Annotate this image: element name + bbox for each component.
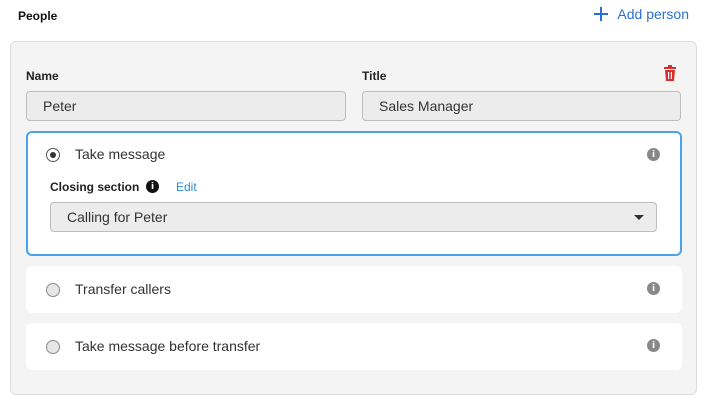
option-transfer-callers[interactable]: Transfer callers i xyxy=(26,266,682,313)
info-icon[interactable]: i xyxy=(146,180,159,193)
info-icon[interactable]: i xyxy=(647,282,660,295)
title-label: Title xyxy=(362,69,387,83)
info-icon[interactable]: i xyxy=(647,148,660,161)
transfer-callers-radio[interactable] xyxy=(46,283,60,297)
section-title: People xyxy=(18,9,58,23)
add-person-label: Add person xyxy=(617,6,689,22)
transfer-callers-label: Transfer callers xyxy=(75,281,171,297)
take-message-before-transfer-label: Take message before transfer xyxy=(75,338,261,354)
add-person-button[interactable]: Add person xyxy=(593,6,689,22)
edit-link[interactable]: Edit xyxy=(176,180,197,194)
chevron-down-icon xyxy=(634,215,644,220)
name-field[interactable]: Peter xyxy=(26,91,346,121)
title-field[interactable]: Sales Manager xyxy=(362,91,681,121)
info-icon[interactable]: i xyxy=(647,339,660,352)
plus-icon xyxy=(594,7,609,21)
option-take-message[interactable]: Take message i Closing section i Edit Ca… xyxy=(26,131,682,256)
option-take-message-before-transfer[interactable]: Take message before transfer i xyxy=(26,323,682,370)
take-message-radio[interactable] xyxy=(46,148,60,162)
take-message-before-transfer-radio[interactable] xyxy=(46,340,60,354)
closing-section-label: Closing section xyxy=(50,180,140,194)
trash-icon[interactable] xyxy=(663,65,677,81)
take-message-label: Take message xyxy=(75,146,166,162)
person-card: Name Peter Title Sales Manager Take mess… xyxy=(10,41,697,395)
closing-section-select[interactable]: Calling for Peter xyxy=(50,202,657,232)
name-label: Name xyxy=(26,69,59,83)
closing-section-value: Calling for Peter xyxy=(67,209,168,225)
